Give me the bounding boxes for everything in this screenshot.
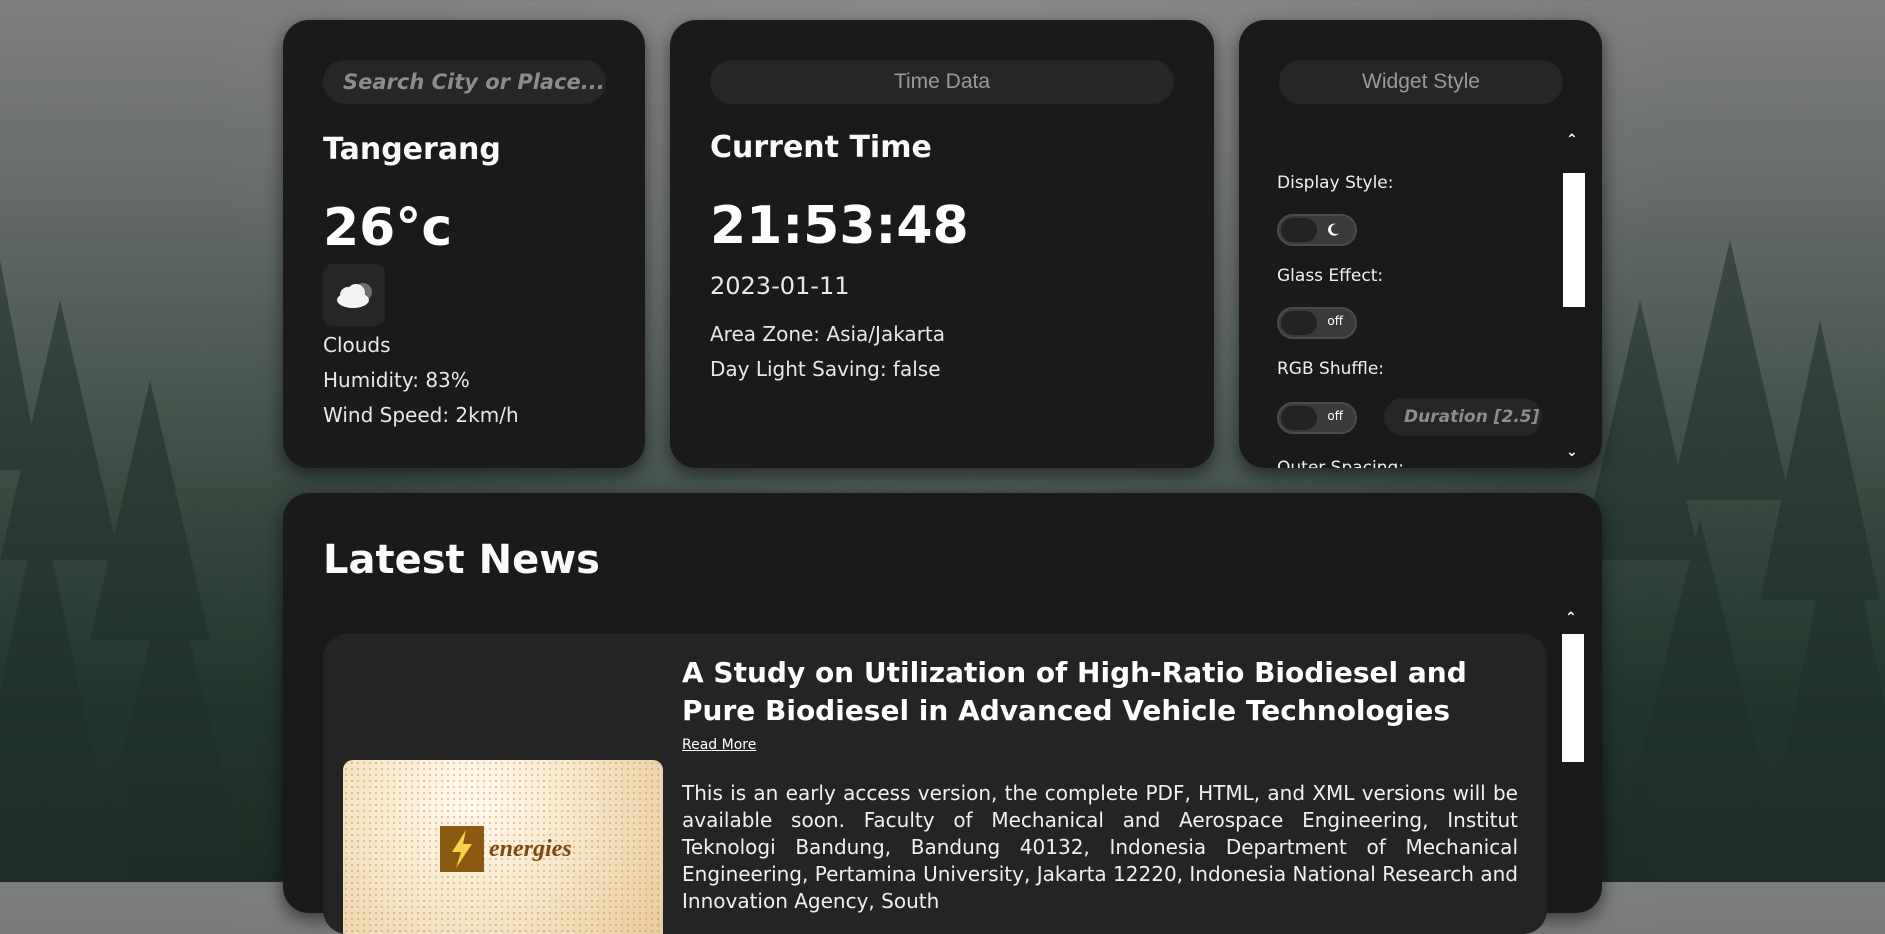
news-body: This is an early access version, the com… xyxy=(682,781,1518,913)
time-data-header: Time Data xyxy=(710,60,1174,104)
display-style-label: Display Style: xyxy=(1277,173,1394,193)
duration-input[interactable] xyxy=(1384,398,1542,436)
widget-style-header: Widget Style xyxy=(1279,60,1563,104)
widget-style-card: Widget Style Display Style: Glass Effect… xyxy=(1239,20,1602,468)
news-item: energies A Study on Utilization of High-… xyxy=(323,634,1547,934)
weather-card: Tangerang 26°c Clouds Humidity: 83% Wind… xyxy=(283,20,645,468)
time-card: Time Data Current Time 21:53:48 2023-01-… xyxy=(670,20,1214,468)
lightning-logo-icon xyxy=(440,826,484,872)
scroll-up-icon[interactable]: ⌃ xyxy=(1566,132,1578,148)
outer-spacing-label: Outer Spacing: xyxy=(1277,458,1405,468)
city-name: Tangerang xyxy=(323,132,501,167)
clock: 21:53:48 xyxy=(710,196,969,256)
toggle-knob xyxy=(1281,218,1317,242)
toggle-knob xyxy=(1281,406,1317,430)
read-more-link[interactable]: Read More xyxy=(682,737,756,753)
latest-news-title: Latest News xyxy=(323,537,600,583)
daylight-saving: Day Light Saving: false xyxy=(710,357,941,381)
current-time-title: Current Time xyxy=(710,130,932,165)
toggle-knob xyxy=(1281,311,1317,335)
journal-name: energies xyxy=(489,836,572,862)
search-input[interactable] xyxy=(323,60,606,104)
widget-style-scroll-area[interactable]: Display Style: Glass Effect: off RGB Shu… xyxy=(1239,132,1602,468)
weather-condition: Clouds xyxy=(323,333,391,357)
display-style-toggle[interactable] xyxy=(1277,214,1357,246)
news-title[interactable]: A Study on Utilization of High-Ratio Bio… xyxy=(682,654,1482,730)
rgb-shuffle-toggle[interactable]: off xyxy=(1277,402,1357,434)
scrollbar-thumb[interactable] xyxy=(1563,173,1585,307)
wind-speed: Wind Speed: 2km/h xyxy=(323,403,519,427)
weather-icon-box xyxy=(323,264,385,326)
toggle-state: off xyxy=(1327,314,1343,328)
toggle-state: off xyxy=(1327,409,1343,423)
cloud-moon-icon xyxy=(337,283,372,308)
news-scrollbar-thumb[interactable] xyxy=(1562,634,1584,762)
glass-effect-toggle[interactable]: off xyxy=(1277,307,1357,339)
temperature: 26°c xyxy=(323,198,453,258)
humidity: Humidity: 83% xyxy=(323,368,470,392)
news-scroll-up-icon[interactable]: ⌃ xyxy=(1565,610,1577,626)
news-thumbnail[interactable]: energies xyxy=(343,760,663,934)
scroll-down-icon[interactable]: ⌄ xyxy=(1566,444,1578,460)
news-card: Latest News energies A Study on Utilizat… xyxy=(283,493,1602,934)
area-zone: Area Zone: Asia/Jakarta xyxy=(710,322,946,346)
date: 2023-01-11 xyxy=(710,272,850,300)
moon-icon xyxy=(1328,223,1339,236)
glass-effect-label: Glass Effect: xyxy=(1277,266,1384,286)
rgb-shuffle-label: RGB Shuffle: xyxy=(1277,359,1385,379)
